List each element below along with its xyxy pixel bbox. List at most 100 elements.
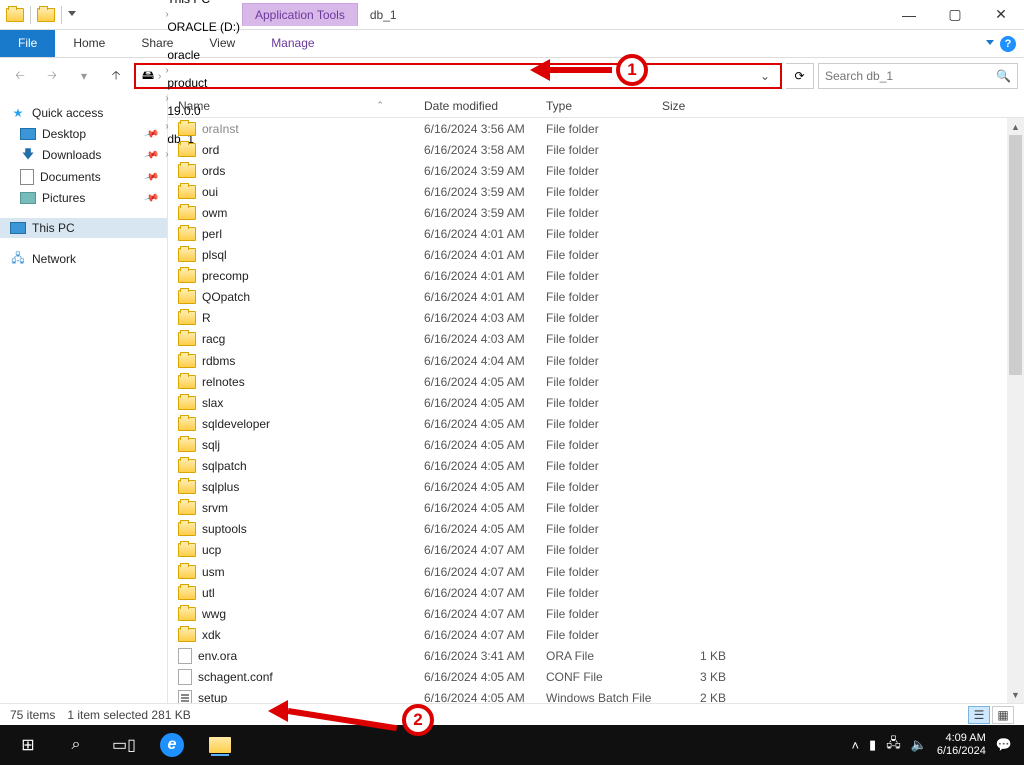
file-name: ucp <box>202 543 221 557</box>
up-button[interactable]: 🡡 <box>102 62 130 90</box>
notifications-icon[interactable]: 💬 <box>996 737 1012 753</box>
battery-icon[interactable]: ▮ <box>869 737 876 753</box>
minimize-button[interactable]: — <box>886 0 932 30</box>
pin-icon: 📌 <box>143 169 159 185</box>
search-taskbar-button[interactable]: ⌕ <box>52 725 100 765</box>
file-row[interactable]: suptools6/16/2024 4:05 AMFile folder <box>168 519 1024 540</box>
file-row[interactable]: racg6/16/2024 4:03 AMFile folder <box>168 329 1024 350</box>
sidebar-desktop[interactable]: Desktop 📌 <box>0 124 167 144</box>
ribbon-collapse-icon[interactable] <box>986 40 994 48</box>
file-row[interactable]: sqlpatch6/16/2024 4:05 AMFile folder <box>168 456 1024 477</box>
clock[interactable]: 4:09 AM 6/16/2024 <box>937 732 986 758</box>
scroll-thumb[interactable] <box>1009 135 1022 375</box>
sidebar-downloads[interactable]: 🡇 Downloads 📌 <box>0 144 167 166</box>
scroll-up-icon[interactable]: ▲ <box>1007 118 1024 135</box>
file-type: File folder <box>546 628 662 642</box>
file-name: setup <box>198 691 227 703</box>
qat-dropdown-icon[interactable] <box>68 11 76 19</box>
file-row[interactable]: precomp6/16/2024 4:01 AMFile folder <box>168 266 1024 287</box>
vertical-scrollbar[interactable]: ▲ ▼ <box>1007 118 1024 703</box>
file-row[interactable]: usm6/16/2024 4:07 AMFile folder <box>168 561 1024 582</box>
file-row[interactable]: wwg6/16/2024 4:07 AMFile folder <box>168 603 1024 624</box>
column-date[interactable]: Date modified <box>424 99 546 113</box>
application-tools-tab[interactable]: Application Tools <box>242 3 358 26</box>
file-row[interactable]: setup6/16/2024 4:05 AMWindows Batch File… <box>168 688 1024 703</box>
file-row[interactable]: env.ora6/16/2024 3:41 AMORA File1 KB <box>168 645 1024 666</box>
file-row[interactable]: sqlj6/16/2024 4:05 AMFile folder <box>168 434 1024 455</box>
sidebar-pictures[interactable]: Pictures 📌 <box>0 188 167 208</box>
scroll-down-icon[interactable]: ▼ <box>1007 686 1024 703</box>
folder-icon[interactable] <box>37 8 55 22</box>
volume-icon[interactable]: 🔈 <box>911 737 927 753</box>
file-row[interactable]: sqlplus6/16/2024 4:05 AMFile folder <box>168 477 1024 498</box>
chevron-right-icon[interactable]: › <box>163 9 170 20</box>
file-row[interactable]: relnotes6/16/2024 4:05 AMFile folder <box>168 371 1024 392</box>
ie-taskbar-button[interactable]: e <box>148 725 196 765</box>
task-view-button[interactable]: ▭▯ <box>100 725 148 765</box>
forward-button[interactable]: 🡢 <box>38 62 66 90</box>
thumbnails-view-button[interactable]: ▦ <box>992 706 1014 724</box>
file-row[interactable]: utl6/16/2024 4:07 AMFile folder <box>168 582 1024 603</box>
file-row[interactable]: xdk6/16/2024 4:07 AMFile folder <box>168 624 1024 645</box>
recent-dropdown[interactable]: ▾ <box>70 62 98 90</box>
file-row[interactable]: perl6/16/2024 4:01 AMFile folder <box>168 223 1024 244</box>
file-row[interactable]: sqldeveloper6/16/2024 4:05 AMFile folder <box>168 413 1024 434</box>
file-row[interactable]: schagent.conf6/16/2024 4:05 AMCONF File3… <box>168 666 1024 687</box>
network-tray-icon[interactable]: 🖧 <box>886 734 901 756</box>
file-row[interactable]: oraInst6/16/2024 3:56 AMFile folder <box>168 118 1024 139</box>
back-button[interactable]: 🡠 <box>6 62 34 90</box>
chevron-right-icon[interactable]: › <box>156 71 163 82</box>
file-row[interactable]: plsql6/16/2024 4:01 AMFile folder <box>168 245 1024 266</box>
folder-icon <box>178 480 196 494</box>
refresh-button[interactable]: ⟳ <box>786 63 814 89</box>
address-bar[interactable]: 🖴 › This PC›ORACLE (D:)›oracle›product›1… <box>134 63 782 89</box>
details-view-button[interactable]: ☰ <box>968 706 990 724</box>
chevron-right-icon[interactable]: › <box>163 65 170 76</box>
search-icon[interactable]: 🔍 <box>996 69 1011 83</box>
search-box[interactable]: 🔍 <box>818 63 1018 89</box>
file-date: 6/16/2024 4:07 AM <box>424 586 546 600</box>
help-icon[interactable]: ? <box>1000 36 1016 52</box>
tab-home[interactable]: Home <box>55 30 123 57</box>
breadcrumb-item[interactable]: oracle <box>163 48 244 62</box>
sidebar-this-pc[interactable]: This PC <box>0 218 167 238</box>
address-dropdown-icon[interactable]: ⌄ <box>754 69 776 83</box>
folder-icon <box>178 354 196 368</box>
file-row[interactable]: slax6/16/2024 4:05 AMFile folder <box>168 392 1024 413</box>
column-size[interactable]: Size <box>662 99 742 113</box>
chevron-right-icon[interactable]: › <box>163 37 170 48</box>
search-input[interactable] <box>825 69 996 83</box>
file-type: File folder <box>546 522 662 536</box>
tray-overflow-icon[interactable]: ˄ <box>851 738 859 753</box>
folder-icon <box>178 607 196 621</box>
breadcrumb-item[interactable]: This PC <box>163 0 244 6</box>
column-name[interactable]: Name ⌃ <box>168 99 424 113</box>
close-button[interactable]: ✕ <box>978 0 1024 30</box>
file-row[interactable]: R6/16/2024 4:03 AMFile folder <box>168 308 1024 329</box>
column-type[interactable]: Type <box>546 99 662 113</box>
folder-icon <box>178 206 196 220</box>
file-row[interactable]: rdbms6/16/2024 4:04 AMFile folder <box>168 350 1024 371</box>
sidebar-network[interactable]: 🖧 Network <box>0 248 167 270</box>
tab-file[interactable]: File <box>0 30 55 57</box>
sidebar-documents[interactable]: Documents 📌 <box>0 166 167 188</box>
file-row[interactable]: ord6/16/2024 3:58 AMFile folder <box>168 139 1024 160</box>
file-date: 6/16/2024 4:05 AM <box>424 480 546 494</box>
tab-manage[interactable]: Manage <box>253 30 332 57</box>
explorer-taskbar-button[interactable] <box>196 725 244 765</box>
folder-icon[interactable] <box>6 8 24 22</box>
breadcrumb-item[interactable]: ORACLE (D:) <box>163 20 244 34</box>
file-row[interactable]: owm6/16/2024 3:59 AMFile folder <box>168 202 1024 223</box>
sidebar-quick-access[interactable]: ★ Quick access <box>0 102 167 124</box>
file-row[interactable]: oui6/16/2024 3:59 AMFile folder <box>168 181 1024 202</box>
star-icon: ★ <box>10 105 26 121</box>
start-button[interactable]: ⊞ <box>4 725 52 765</box>
file-row[interactable]: ucp6/16/2024 4:07 AMFile folder <box>168 540 1024 561</box>
file-row[interactable]: ords6/16/2024 3:59 AMFile folder <box>168 160 1024 181</box>
file-row[interactable]: srvm6/16/2024 4:05 AMFile folder <box>168 498 1024 519</box>
maximize-button[interactable]: ▢ <box>932 0 978 30</box>
file-type: File folder <box>546 164 662 178</box>
folder-icon <box>178 438 196 452</box>
breadcrumb-item[interactable]: product <box>163 76 244 90</box>
file-row[interactable]: QOpatch6/16/2024 4:01 AMFile folder <box>168 287 1024 308</box>
